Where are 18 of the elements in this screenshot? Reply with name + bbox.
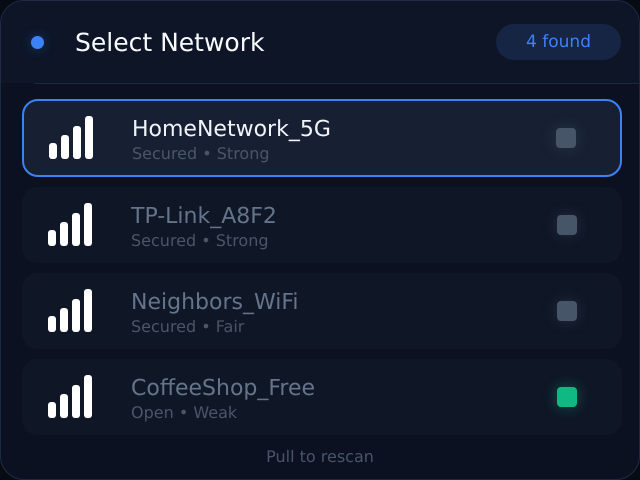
network-item[interactable]: Neighbors_WiFi Secured • Fair <box>22 273 622 349</box>
network-name: HomeNetwork_5G <box>132 116 332 144</box>
signal-icon <box>47 374 93 420</box>
status-dot <box>31 36 44 48</box>
network-item[interactable]: CoffeeShop_Free Open • Weak <box>22 359 622 435</box>
network-details: Secured • Fair <box>131 317 246 337</box>
network-item[interactable]: TP-Link_A8F2 Secured • Strong <box>22 187 622 263</box>
network-name: Neighbors_WiFi <box>131 289 300 317</box>
count-badge: 4 found <box>496 24 621 60</box>
signal-icon <box>47 288 93 334</box>
signal-icon <box>47 202 93 248</box>
network-details: Secured • Strong <box>131 231 270 251</box>
rescan-hint: Pull to rescan <box>266 447 374 466</box>
network-details: Open • Weak <box>131 403 238 423</box>
network-name: CoffeeShop_Free <box>131 375 316 403</box>
signal-icon <box>48 115 94 161</box>
panel-title: Select Network <box>75 28 266 56</box>
network-name: TP-Link_A8F2 <box>131 203 278 231</box>
